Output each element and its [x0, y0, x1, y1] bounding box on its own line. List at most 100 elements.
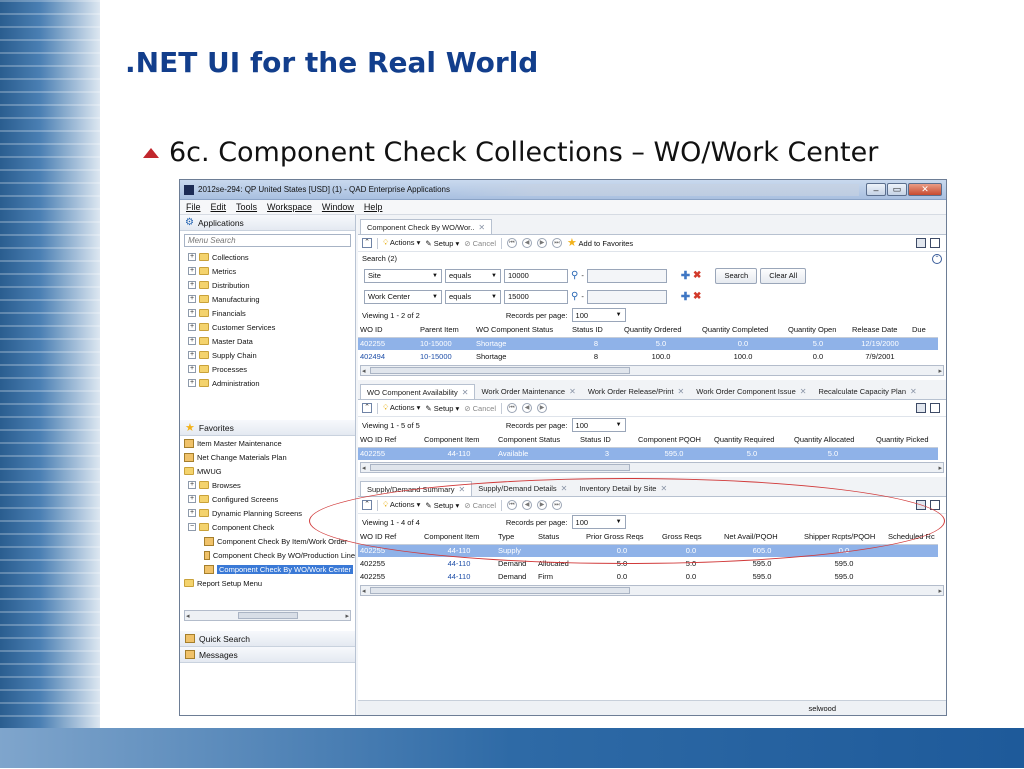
menu-window[interactable]: Window	[322, 202, 354, 212]
column-header[interactable]: WO ID Ref	[358, 433, 422, 447]
cancel-button[interactable]: ⊘ Cancel	[464, 239, 496, 248]
menu-tools[interactable]: Tools	[236, 202, 257, 212]
add-criteria-icon[interactable]: ✚	[681, 290, 690, 303]
tree-item-cc-by-wo-production-line[interactable]: Component Check By WO/Production Line	[180, 548, 355, 562]
quick-search-header[interactable]: Quick Search	[180, 631, 355, 647]
lookup-icon[interactable]: ⚲	[571, 291, 578, 302]
minimize-button[interactable]: –	[866, 183, 886, 196]
nav-horizontal-scrollbar[interactable]: ◂▸	[184, 610, 351, 621]
tab-work-order-component-issue[interactable]: Work Order Component Issue✕	[690, 384, 812, 399]
tree-item-report-setup-menu[interactable]: Report Setup Menu	[180, 576, 355, 590]
expand-icon[interactable]: +	[188, 481, 196, 489]
column-header[interactable]: Gross Reqs	[660, 530, 722, 544]
menu-file[interactable]: File	[186, 202, 201, 212]
add-criteria-icon[interactable]: ✚	[681, 269, 690, 282]
close-tab-icon[interactable]: ✕	[678, 387, 685, 396]
column-header[interactable]: Due	[910, 323, 938, 337]
column-header[interactable]: WO ID Ref	[358, 530, 422, 544]
scroll-right-icon[interactable]: ▸	[938, 464, 942, 472]
scroll-thumb[interactable]	[370, 464, 630, 471]
column-header[interactable]: Type	[496, 530, 536, 544]
tree-item-cc-by-wo-work-center[interactable]: Component Check By WO/Work Center	[180, 562, 355, 576]
rpp-select[interactable]: 100▼	[572, 418, 626, 432]
remove-criteria-icon[interactable]: ✖	[693, 291, 701, 302]
previous-record-icon[interactable]: ◀	[522, 403, 532, 413]
next-record-icon[interactable]: ▶	[537, 403, 547, 413]
scroll-right-icon[interactable]: ▸	[938, 587, 942, 595]
expand-icon[interactable]: +	[188, 379, 196, 387]
scroll-thumb[interactable]	[370, 587, 630, 594]
column-header[interactable]: Component Item	[422, 530, 496, 544]
close-tab-icon[interactable]: ✕	[561, 484, 568, 493]
add-to-favorites-button[interactable]: ★ Add to Favorites	[567, 238, 633, 248]
scroll-left-icon[interactable]: ◂	[186, 612, 190, 620]
scroll-thumb[interactable]	[370, 367, 630, 374]
tab-wo-component-availability[interactable]: WO Component Availability✕	[360, 384, 475, 399]
table-row[interactable]: 402255 10-15000 Shortage 8 5.0 0.0 5.0 1…	[358, 337, 938, 350]
expand-icon[interactable]: +	[188, 337, 196, 345]
column-header[interactable]: Component PQOH	[636, 433, 712, 447]
cell-parent-item[interactable]: 10-15000	[418, 350, 474, 363]
tab-supply-demand-details[interactable]: Supply/Demand Details✕	[472, 481, 573, 496]
tree-item-dynamic-planning-screens[interactable]: +Dynamic Planning Screens	[180, 506, 355, 520]
tab-supply-demand-summary[interactable]: Supply/Demand Summary✕	[360, 481, 472, 496]
scroll-right-icon[interactable]: ▸	[938, 367, 942, 375]
menu-help[interactable]: Help	[364, 202, 383, 212]
column-header[interactable]: Release Date	[850, 323, 910, 337]
scroll-left-icon[interactable]: ◂	[362, 464, 366, 472]
first-record-icon[interactable]: ⏮	[507, 238, 517, 248]
scroll-thumb[interactable]	[238, 612, 298, 619]
column-header[interactable]: Prior Gross Reqs	[584, 530, 660, 544]
applications-header[interactable]: ⚙ Applications	[180, 215, 355, 231]
previous-record-icon[interactable]: ◀	[522, 238, 532, 248]
expand-icon[interactable]: +	[188, 495, 196, 503]
mid-grid-scrollbar[interactable]: ◂▸	[360, 462, 944, 473]
collapse-search-icon[interactable]: ⌃	[932, 254, 942, 264]
tab-recalculate-capacity-plan[interactable]: Recalculate Capacity Plan✕	[812, 384, 922, 399]
single-view-icon[interactable]	[930, 403, 940, 413]
table-row[interactable]: 402255 44-110 Supply 0.0 0.0 605.0 0.0	[358, 544, 938, 557]
tree-item-master-data[interactable]: +Master Data	[180, 334, 355, 348]
favorite-mwug[interactable]: MWUG	[180, 464, 355, 478]
tree-item-component-check[interactable]: −Component Check	[180, 520, 355, 534]
maximize-button[interactable]: ▭	[887, 183, 907, 196]
column-header[interactable]: WO ID	[358, 323, 418, 337]
remove-criteria-icon[interactable]: ✖	[693, 270, 701, 281]
scroll-left-icon[interactable]: ◂	[362, 367, 366, 375]
expand-icon[interactable]: +	[188, 365, 196, 373]
rpp-select[interactable]: 100▼	[572, 515, 626, 529]
table-row[interactable]: 402255 44-110 Demand Firm 0.0 0.0 595.0 …	[358, 570, 938, 583]
tree-item-manufacturing[interactable]: +Manufacturing	[180, 292, 355, 306]
grid-view-icon[interactable]	[916, 238, 926, 248]
close-tab-icon[interactable]: ✕	[459, 485, 466, 494]
scroll-left-icon[interactable]: ◂	[362, 587, 366, 595]
expand-icon[interactable]: +	[188, 267, 196, 275]
expand-icon[interactable]: +	[188, 323, 196, 331]
close-tab-icon[interactable]: ✕	[660, 484, 667, 493]
favorite-item-master-maintenance[interactable]: Item Master Maintenance	[180, 436, 355, 450]
collapse-icon[interactable]: −	[188, 523, 196, 531]
actions-menu[interactable]: 💡︎ Actions ▾	[383, 403, 420, 413]
criteria-value-input[interactable]: 15000	[504, 290, 568, 304]
column-header[interactable]: Quantity Completed	[700, 323, 786, 337]
single-view-icon[interactable]	[930, 238, 940, 248]
tree-item-browses[interactable]: +Browses	[180, 478, 355, 492]
cancel-button[interactable]: ⊘ Cancel	[464, 404, 496, 413]
tree-item-customer-services[interactable]: +Customer Services	[180, 320, 355, 334]
column-header[interactable]: Component Status	[496, 433, 578, 447]
expand-icon[interactable]: +	[188, 351, 196, 359]
tree-item-supply-chain[interactable]: +Supply Chain	[180, 348, 355, 362]
favorites-header[interactable]: ★ Favorites	[180, 420, 355, 436]
single-view-icon[interactable]	[930, 500, 940, 510]
criteria-field-select[interactable]: Work Center▼	[364, 290, 442, 304]
last-record-icon[interactable]: ⏭	[552, 238, 562, 248]
expand-icon[interactable]: +	[188, 309, 196, 317]
previous-record-icon[interactable]: ◀	[522, 500, 532, 510]
next-record-icon[interactable]: ▶	[537, 238, 547, 248]
close-tab-icon[interactable]: ✕	[462, 388, 469, 397]
column-header[interactable]: Quantity Ordered	[622, 323, 700, 337]
cell-component-item[interactable]: 44-110	[422, 570, 496, 583]
expand-icon[interactable]: +	[188, 295, 196, 303]
favorite-net-change-materials-plan[interactable]: Net Change Materials Plan	[180, 450, 355, 464]
tree-item-processes[interactable]: +Processes	[180, 362, 355, 376]
